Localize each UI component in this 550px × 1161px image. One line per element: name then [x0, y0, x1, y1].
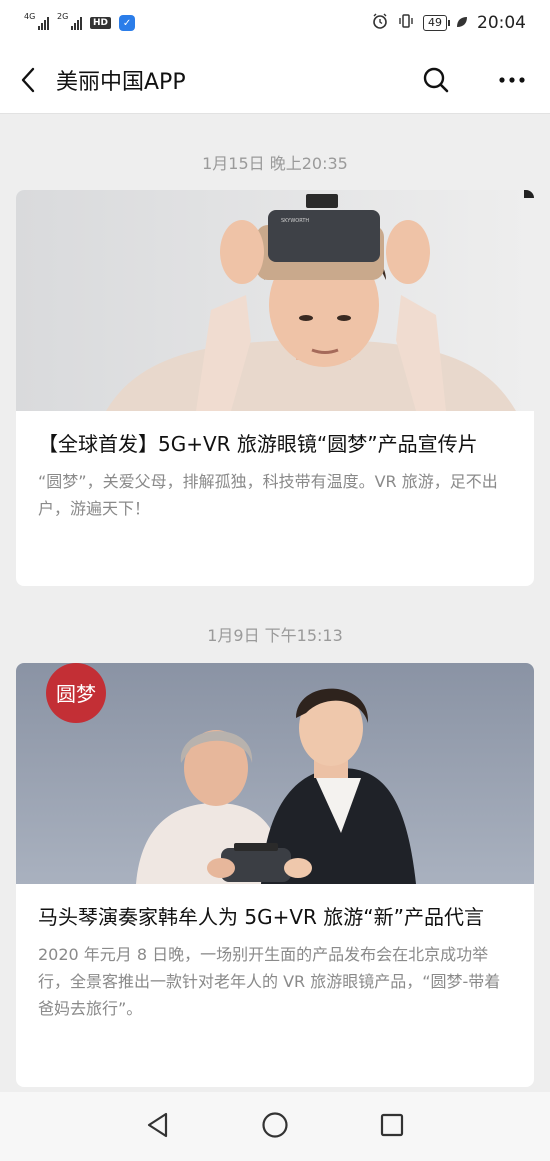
article-card[interactable]: 圆梦 马头琴演奏家韩牟人为 5G+VR 旅游“新”产品代言 2020 年元月 8…	[16, 663, 534, 1087]
alarm-icon	[371, 12, 389, 34]
signal-sim2-icon: 2G	[57, 13, 82, 30]
article-description: 2020 年元月 8 日晚，一场别开生面的产品发布会在北京成功举行，全景客推出一…	[38, 945, 501, 1018]
nav-back-icon	[147, 1112, 167, 1137]
article-title: 【全球首发】5G+VR 旅游眼镜“圆梦”产品宣传片	[38, 432, 478, 456]
search-icon	[423, 67, 449, 92]
article-cover-image: 圆梦	[16, 663, 534, 884]
shield-icon: ✓	[119, 15, 136, 31]
timestamp: 1月9日 下午15:13	[207, 626, 343, 645]
svg-text:圆梦: 圆梦	[56, 682, 96, 706]
yuanmeng-logo: 圆梦	[46, 663, 106, 723]
app-navbar: 美丽中国APP	[0, 46, 550, 114]
article-title: 马头琴演奏家韩牟人为 5G+VR 旅游“新”产品代言	[38, 905, 484, 929]
nav-back-button[interactable]	[146, 1112, 170, 1142]
article-description: “圆梦”，关爱父母，排解孤独，科技带有温度。VR 旅游，足不出户，游遍天下！	[38, 472, 498, 518]
message-feed[interactable]: 1月15日 晚上20:35 SKYWORTH 【全球首发】5G+VR 旅游眼镜“…	[0, 114, 550, 1092]
nav-recent-button[interactable]	[380, 1113, 404, 1141]
nav-recent-icon	[381, 1113, 404, 1136]
search-button[interactable]	[398, 46, 474, 114]
hd-badge: HD	[90, 17, 112, 29]
clock-time: 20:04	[477, 13, 526, 33]
page-title: 美丽中国APP	[56, 69, 186, 95]
more-icon	[499, 76, 525, 83]
nav-home-button[interactable]	[261, 1111, 289, 1143]
battery-icon: 49	[423, 15, 450, 31]
more-button[interactable]	[474, 46, 550, 114]
status-bar: 4G 2G HD ✓ 49 20:04	[0, 0, 550, 46]
back-arrow-icon	[21, 67, 35, 92]
article-card[interactable]: SKYWORTH 【全球首发】5G+VR 旅游眼镜“圆梦”产品宣传片 “圆梦”，…	[16, 190, 534, 586]
timestamp: 1月15日 晚上20:35	[202, 154, 348, 173]
article-cover-image: SKYWORTH	[16, 190, 534, 411]
vibrate-icon	[397, 12, 415, 34]
leaf-icon	[455, 14, 469, 33]
signal-sim1-icon: 4G	[24, 13, 49, 30]
system-navigation-bar	[0, 1092, 550, 1161]
svg-text:SKYWORTH: SKYWORTH	[281, 218, 309, 224]
back-button[interactable]	[0, 46, 56, 114]
nav-home-icon	[262, 1111, 288, 1138]
